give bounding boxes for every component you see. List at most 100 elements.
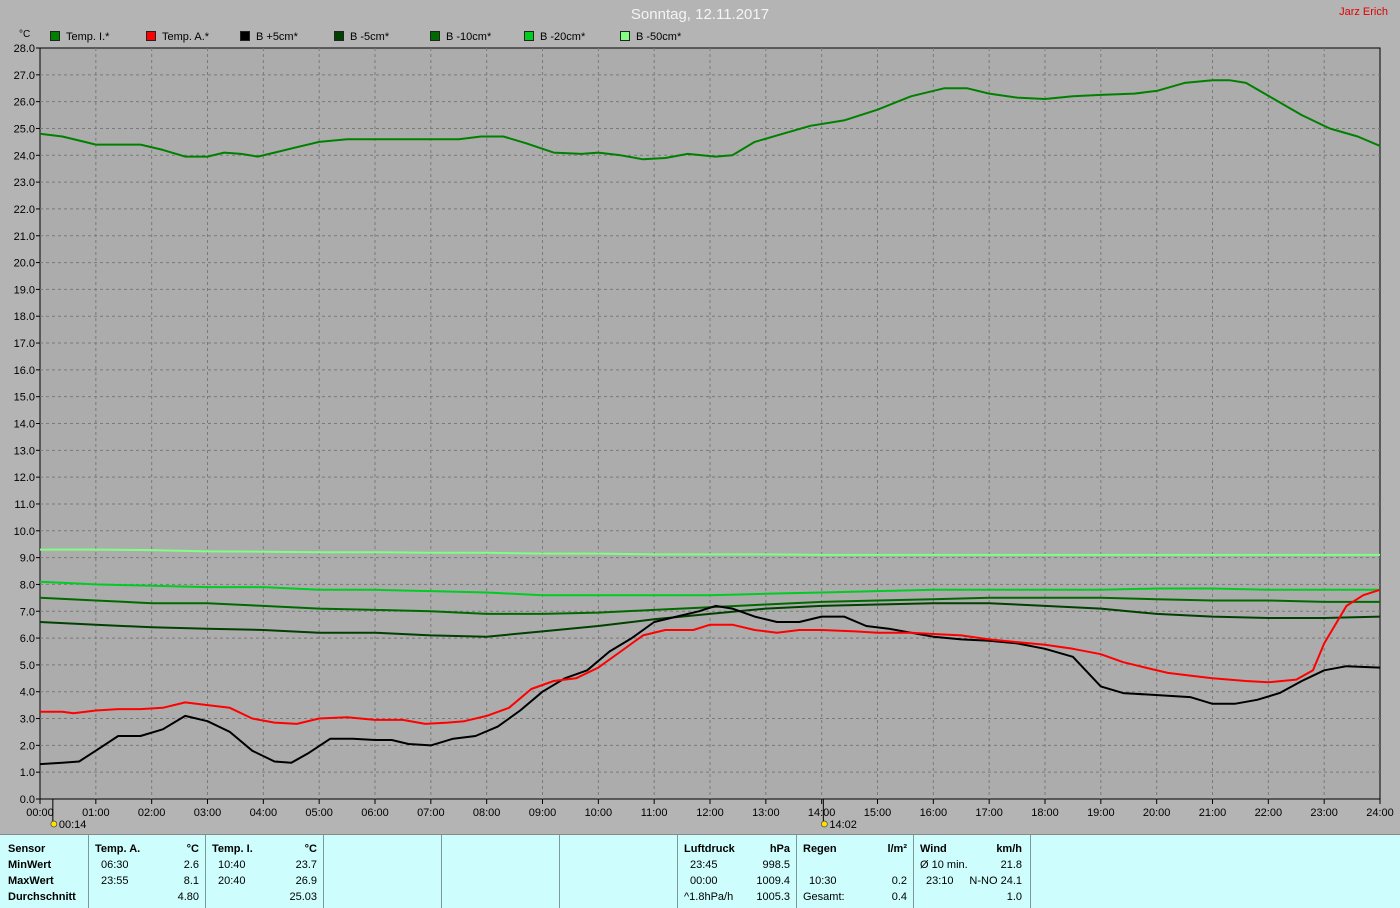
- row-label-avg: Durchschnitt: [8, 891, 76, 903]
- pressure-max-value: 1009.4: [756, 875, 790, 887]
- rain-header: Regen: [803, 843, 837, 855]
- time-marker-label: 14:02: [829, 819, 857, 831]
- rain-total: 0.4: [891, 891, 907, 903]
- y-tick-label: 15.0: [14, 392, 35, 404]
- temp-i-header: Temp. I.: [212, 843, 253, 855]
- y-tick-label: 23.0: [14, 177, 35, 189]
- y-tick-label: 7.0: [20, 606, 35, 618]
- pressure-min-value: 998.5: [762, 859, 790, 871]
- y-tick-label: 6.0: [20, 633, 35, 645]
- y-tick-label: 1.0: [20, 767, 35, 779]
- x-tick-label: 04:00: [250, 807, 278, 819]
- legend-label: B +5cm*: [256, 31, 298, 43]
- y-tick-label: 8.0: [20, 579, 35, 591]
- x-tick-label: 07:00: [417, 807, 445, 819]
- temp-a-avg: 4.80: [177, 891, 199, 903]
- temp-i-max-value: 26.9: [295, 875, 317, 887]
- x-tick-label: 22:00: [1255, 807, 1283, 819]
- y-tick-label: 4.0: [20, 687, 35, 699]
- x-tick-label: 13:00: [752, 807, 780, 819]
- temp-i-column: Temp. I. °C 10:40 23.7 20:40 26.9 25.03: [206, 835, 324, 908]
- temp-a-header: Temp. A.: [95, 843, 141, 855]
- legend-swatch: [50, 31, 60, 41]
- y-tick-label: 26.0: [14, 97, 35, 109]
- empty-column-1: [324, 835, 442, 908]
- wind-header: Wind: [920, 843, 947, 855]
- empty-column-2: [442, 835, 560, 908]
- y-tick-label: 28.0: [14, 43, 35, 55]
- rain-column: Regen l/m² 10:30 0.2 Gesamt: 0.4: [797, 835, 914, 908]
- y-tick-label: 17.0: [14, 338, 35, 350]
- x-tick-label: 23:00: [1310, 807, 1338, 819]
- row-label-max: MaxWert: [8, 875, 54, 887]
- x-tick-label: 02:00: [138, 807, 166, 819]
- rain-max-value: 0.2: [891, 875, 907, 887]
- y-tick-label: 3.0: [20, 714, 35, 726]
- x-tick-label: 11:00: [641, 807, 668, 819]
- rain-unit: l/m²: [887, 843, 907, 855]
- y-tick-label: 12.0: [14, 472, 35, 484]
- sun-icon: [820, 820, 828, 828]
- temp-a-min-time: 06:30: [101, 859, 129, 871]
- pressure-header: Luftdruck: [684, 843, 735, 855]
- wind-avg-value: 21.8: [1000, 859, 1022, 871]
- y-tick-label: 22.0: [14, 204, 35, 216]
- sensor-header: Sensor: [8, 843, 46, 855]
- pressure-min-time: 23:45: [690, 859, 718, 871]
- wind-avg: 1.0: [1006, 891, 1022, 903]
- temp-i-max-time: 20:40: [218, 875, 246, 887]
- x-tick-label: 05:00: [305, 807, 333, 819]
- wind-avg-label: Ø 10 min.: [920, 859, 968, 871]
- pressure-trend: ^1.8hPa/h: [684, 891, 734, 903]
- statistics-panel: Sensor MinWert MaxWert Durchschnitt Temp…: [0, 834, 1400, 908]
- sensor-column: Sensor MinWert MaxWert Durchschnitt: [0, 835, 89, 908]
- legend-swatch: [430, 31, 440, 41]
- y-tick-label: 18.0: [14, 311, 35, 323]
- sun-icon: [50, 820, 58, 828]
- wind-max-value: N-NO 24.1: [969, 875, 1022, 887]
- pressure-unit: hPa: [769, 843, 790, 855]
- x-tick-label: 17:00: [975, 807, 1003, 819]
- wind-max-time: 23:10: [926, 875, 954, 887]
- y-tick-label: 16.0: [14, 365, 35, 377]
- y-tick-label: 0.0: [20, 794, 35, 806]
- legend-swatch: [334, 31, 344, 41]
- legend-label: B -50cm*: [636, 31, 682, 43]
- legend-label: B -5cm*: [350, 31, 390, 43]
- x-tick-label: 09:00: [529, 807, 557, 819]
- legend-item-b-plus5: B +5cm*: [240, 31, 298, 43]
- temp-a-min-value: 2.6: [183, 859, 199, 871]
- x-tick-label: 21:00: [1199, 807, 1227, 819]
- temp-i-min-value: 23.7: [295, 859, 317, 871]
- wind-unit: km/h: [996, 843, 1022, 855]
- rain-total-label: Gesamt:: [803, 891, 845, 903]
- x-tick-label: 15:00: [864, 807, 892, 819]
- legend-swatch: [240, 31, 250, 41]
- legend-item-temp-a: Temp. A.*: [146, 31, 209, 43]
- legend-label: B -20cm*: [540, 31, 586, 43]
- time-marker-label: 00:14: [59, 819, 87, 831]
- x-tick-label: 06:00: [361, 807, 389, 819]
- y-tick-label: 13.0: [14, 445, 35, 457]
- x-tick-label: 16:00: [920, 807, 948, 819]
- x-tick-label: 03:00: [194, 807, 222, 819]
- chart-title: Sonntag, 12.11.2017: [630, 6, 770, 23]
- x-tick-label: 12:00: [696, 807, 724, 819]
- chart: °C 0.0 1.0 2.0 3.0 4.0 5.0 6.0 7.0 8.0 9.0 10.0 11.…: [14, 29, 1394, 831]
- y-tick-label: 5.0: [20, 660, 35, 672]
- temp-a-column: Temp. A. °C 06:30 2.6 23:55 8.1 4.80: [89, 835, 206, 908]
- rain-max-time: 10:30: [809, 875, 837, 887]
- y-tick-label: 2.0: [20, 740, 35, 752]
- pressure-avg: 1005.3: [756, 891, 790, 903]
- y-tick-label: 11.0: [14, 499, 35, 511]
- row-label-min: MinWert: [8, 859, 52, 871]
- author-label: Jarz Erich: [1339, 6, 1388, 18]
- empty-column-3: [560, 835, 678, 908]
- x-tick-label: 01:00: [82, 807, 110, 819]
- x-tick-label: 24:00: [1366, 807, 1394, 819]
- legend-swatch: [524, 31, 534, 41]
- temp-i-avg: 25.03: [289, 891, 317, 903]
- legend-item-b-minus20: B -20cm*: [524, 31, 585, 43]
- temp-a-max-time: 23:55: [101, 875, 129, 887]
- legend-label: B -10cm*: [446, 31, 492, 43]
